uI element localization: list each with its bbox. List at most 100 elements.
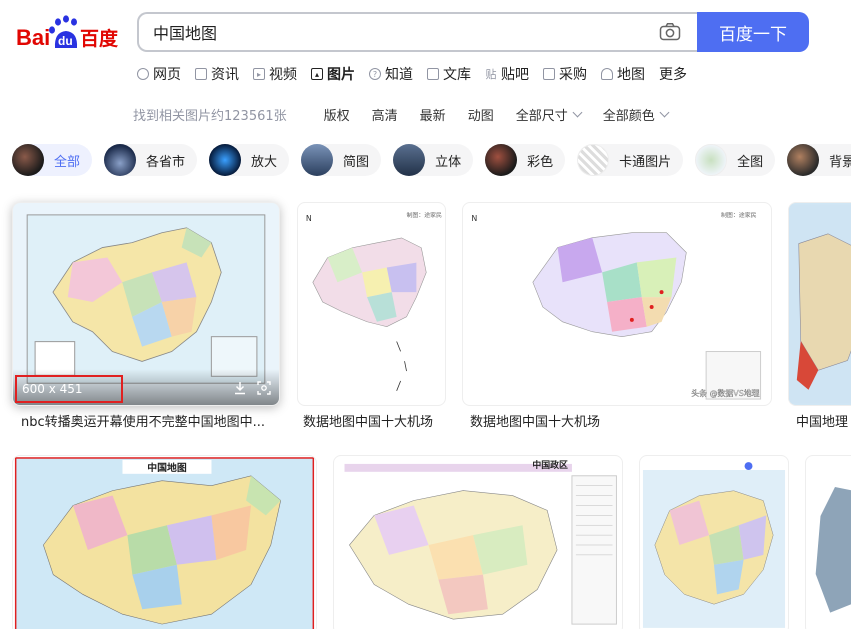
chevron-down-icon [572, 107, 583, 117]
chip-thumbnail [209, 144, 242, 176]
chip-label: 彩色 [527, 154, 554, 170]
filter-bar: 找到相关图片约123561张 版权 高清 最新 动图 全部尺寸 全部颜色 [133, 104, 690, 124]
filter-hd[interactable]: 高清 [372, 105, 398, 124]
nav-tabs: 网页 资讯 ▸ 视频 ▴ 图片 ? 知道 文库 贴贴吧 采购 地图 更多 [137, 62, 701, 86]
tab-image[interactable]: ▴ 图片 [311, 62, 355, 86]
chip-color[interactable]: 彩色 [485, 144, 566, 176]
tab-label: 更多 [659, 67, 687, 83]
baidu-logo[interactable]: Bai du 百度 [14, 14, 124, 54]
image-result-2[interactable]: N 制图：途家民 [297, 202, 446, 406]
map-title: 中国政区 [532, 459, 568, 471]
tab-label: 文库 [443, 67, 471, 83]
map-title: 中国地图 [147, 461, 187, 474]
chip-label: 全部 [54, 154, 81, 170]
image-caption[interactable]: nbc转播奥运开幕使用不完整中国地图中... [21, 411, 273, 430]
chip-label: 各省市 [146, 154, 186, 170]
news-icon [195, 68, 207, 80]
tab-label: 采购 [559, 67, 587, 83]
chip-provinces[interactable]: 各省市 [104, 144, 198, 176]
svg-text:制图：途家民: 制图：途家民 [407, 211, 443, 219]
chip-label: 卡通图片 [619, 154, 672, 170]
category-chips: 全部 各省市 放大 简图 立体 彩色 卡通图片 全图 背景 [12, 144, 851, 176]
image-result-7[interactable] [639, 455, 789, 629]
image-result-5[interactable]: 中国地图 [12, 455, 317, 629]
filter-animated[interactable]: 动图 [468, 105, 494, 124]
tab-label: 贴吧 [501, 67, 529, 83]
filter-size[interactable]: 全部尺寸 [515, 105, 583, 124]
tab-tieba[interactable]: 贴贴吧 [485, 62, 530, 86]
chip-thumbnail [695, 144, 728, 176]
filter-color-label: 全部颜色 [602, 108, 655, 124]
logo-text-bai: Bai [16, 25, 50, 50]
image-result-6[interactable]: 中国政区 [333, 455, 623, 629]
tieba-icon: 贴 [485, 68, 497, 81]
tab-wenku[interactable]: 文库 [427, 62, 471, 86]
question-icon: ? [369, 68, 381, 80]
china-geography-map-thumbnail [789, 204, 851, 404]
search-input[interactable] [153, 14, 633, 50]
chip-label: 放大 [251, 154, 278, 170]
chip-zoom[interactable]: 放大 [209, 144, 290, 176]
filter-copyright[interactable]: 版权 [324, 105, 350, 124]
camera-icon[interactable] [659, 22, 681, 42]
svg-text:N: N [306, 214, 312, 223]
chip-cartoon[interactable]: 卡通图片 [577, 144, 684, 176]
filter-latest[interactable]: 最新 [420, 105, 446, 124]
tab-caigou[interactable]: 采购 [543, 62, 587, 86]
tab-label: 地图 [617, 67, 645, 83]
chip-thumbnail [485, 144, 518, 176]
chip-3d[interactable]: 立体 [393, 144, 474, 176]
tab-zhidao[interactable]: ? 知道 [369, 62, 413, 86]
tab-more[interactable]: 更多 [659, 62, 687, 86]
image-size-badge: 600 x 451 [15, 375, 123, 403]
tab-label: 资讯 [211, 67, 239, 83]
china-map-thumbnail: 中国地图 [14, 457, 315, 629]
tab-video[interactable]: ▸ 视频 [253, 62, 297, 86]
image-size-text: 600 x 451 [22, 382, 83, 396]
chip-all[interactable]: 全部 [12, 144, 93, 176]
tab-web[interactable]: 网页 [137, 62, 181, 86]
video-icon: ▸ [253, 68, 265, 80]
download-icon[interactable] [233, 381, 247, 395]
chip-full[interactable]: 全图 [695, 144, 776, 176]
tab-news[interactable]: 资讯 [195, 62, 239, 86]
tab-label: 网页 [153, 67, 181, 83]
doc-icon [427, 68, 439, 80]
china-map-thumbnail [815, 487, 851, 613]
china-political-map-thumbnail: 中国政区 [344, 459, 617, 625]
tab-map[interactable]: 地图 [601, 62, 645, 86]
search-icon [137, 68, 149, 80]
chip-label: 背景 [829, 154, 851, 170]
filter-size-label: 全部尺寸 [515, 108, 568, 124]
logo-text-baidu: 百度 [80, 27, 119, 50]
svg-text:N: N [471, 214, 477, 223]
image-caption[interactable]: 中国地理 [796, 411, 851, 430]
chevron-down-icon [659, 107, 670, 117]
image-icon: ▴ [311, 68, 323, 80]
filter-color[interactable]: 全部颜色 [602, 105, 670, 124]
chip-label: 全图 [737, 154, 764, 170]
result-count: 找到相关图片约123561张 [133, 108, 287, 124]
chip-label: 简图 [343, 154, 370, 170]
chip-thumbnail [787, 144, 820, 176]
chip-label: 立体 [435, 154, 462, 170]
chip-thumbnail [393, 144, 426, 176]
svg-text:制图：途家民: 制图：途家民 [721, 211, 757, 219]
tab-label: 知道 [385, 67, 413, 83]
chip-simple[interactable]: 简图 [301, 144, 382, 176]
image-caption[interactable]: 数据地图中国十大机场 [470, 411, 620, 430]
search-box [137, 12, 699, 52]
image-result-4[interactable] [788, 202, 851, 406]
watermark-text: 头条 @数据VS地理 [691, 388, 759, 398]
chip-thumbnail [12, 144, 44, 176]
image-actions [223, 381, 271, 395]
image-result-1[interactable]: 600 x 451 [12, 202, 280, 406]
image-caption[interactable]: 数据地图中国十大机场 [303, 411, 453, 430]
image-search-icon[interactable] [257, 381, 271, 395]
logo-text-du: du [58, 34, 73, 48]
image-result-8[interactable] [805, 455, 851, 629]
chip-background[interactable]: 背景 [787, 144, 851, 176]
image-result-3[interactable]: N 制图：途家民 头条 @数据VS地理 [462, 202, 772, 406]
tab-label: 视频 [269, 67, 297, 83]
search-button[interactable]: 百度一下 [697, 12, 809, 52]
